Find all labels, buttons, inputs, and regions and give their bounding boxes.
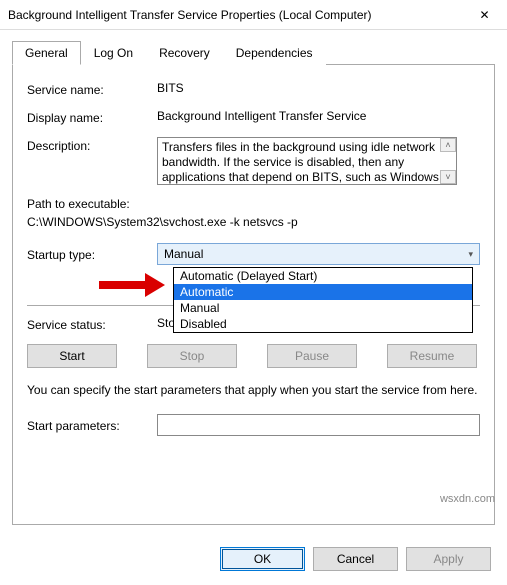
resume-button: Resume	[387, 344, 477, 368]
startup-type-dropdown[interactable]: Automatic (Delayed Start) Automatic Manu…	[173, 267, 473, 333]
display-name-value: Background Intelligent Transfer Service	[157, 109, 480, 123]
startup-type-label: Startup type:	[27, 246, 157, 262]
display-name-row: Display name: Background Intelligent Tra…	[27, 109, 480, 125]
option-automatic-delayed[interactable]: Automatic (Delayed Start)	[174, 268, 472, 284]
annotation-arrow-icon	[95, 269, 165, 301]
path-label: Path to executable:	[27, 197, 480, 211]
dialog-content: General Log On Recovery Dependencies Ser…	[0, 30, 507, 525]
display-name-label: Display name:	[27, 109, 157, 125]
ok-button[interactable]: OK	[220, 547, 305, 571]
close-icon: ✕	[479, 8, 489, 22]
description-row: Description: Transfers files in the back…	[27, 137, 480, 185]
description-text: Transfers files in the background using …	[162, 140, 439, 184]
tab-logon[interactable]: Log On	[81, 41, 146, 65]
chevron-down-icon: ▾	[468, 249, 473, 260]
service-status-label: Service status:	[27, 316, 157, 332]
general-panel: Service name: BITS Display name: Backgro…	[12, 65, 495, 525]
stop-button: Stop	[147, 344, 237, 368]
description-scroll[interactable]: ˄ ˅	[440, 138, 456, 184]
watermark-text: wsxdn.com	[440, 493, 495, 505]
tab-general[interactable]: General	[12, 41, 81, 65]
option-automatic[interactable]: Automatic	[174, 284, 472, 300]
tab-dependencies[interactable]: Dependencies	[223, 41, 326, 65]
close-button[interactable]: ✕	[462, 0, 507, 30]
apply-button: Apply	[406, 547, 491, 571]
dialog-button-bar: OK Cancel Apply	[220, 547, 491, 571]
description-label: Description:	[27, 137, 157, 153]
pause-button: Pause	[267, 344, 357, 368]
service-name-value: BITS	[157, 81, 480, 95]
path-value: C:\WINDOWS\System32\svchost.exe -k netsv…	[27, 215, 480, 229]
tab-strip: General Log On Recovery Dependencies	[12, 40, 495, 65]
scroll-down-icon[interactable]: ˅	[440, 170, 456, 184]
option-manual[interactable]: Manual	[174, 300, 472, 316]
option-disabled[interactable]: Disabled	[174, 316, 472, 332]
service-name-row: Service name: BITS	[27, 81, 480, 97]
scroll-up-icon[interactable]: ˄	[440, 138, 456, 152]
tab-recovery[interactable]: Recovery	[146, 41, 223, 65]
service-control-buttons: Start Stop Pause Resume	[27, 344, 480, 368]
title-bar: Background Intelligent Transfer Service …	[0, 0, 507, 30]
start-params-input[interactable]	[157, 414, 480, 436]
cancel-button[interactable]: Cancel	[313, 547, 398, 571]
start-params-note: You can specify the start parameters tha…	[27, 382, 480, 398]
startup-type-selected: Manual	[164, 247, 203, 261]
window-title: Background Intelligent Transfer Service …	[8, 8, 462, 22]
path-block: Path to executable: C:\WINDOWS\System32\…	[27, 197, 480, 229]
start-params-row: Start parameters:	[27, 414, 480, 436]
start-params-label: Start parameters:	[27, 417, 157, 433]
startup-type-combo[interactable]: Manual ▾	[157, 243, 480, 265]
startup-type-row: Startup type: Manual ▾	[27, 243, 480, 265]
description-box[interactable]: Transfers files in the background using …	[157, 137, 457, 185]
start-button[interactable]: Start	[27, 344, 117, 368]
service-name-label: Service name:	[27, 81, 157, 97]
